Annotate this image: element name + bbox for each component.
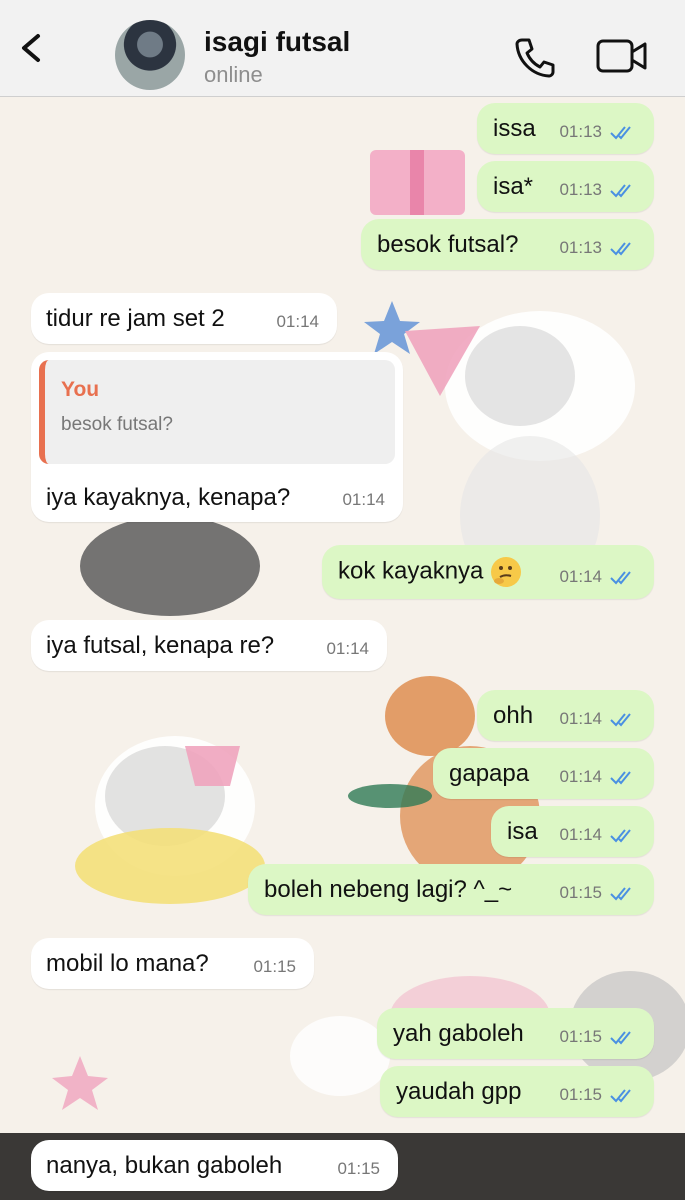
message-text: isa xyxy=(507,818,538,845)
message-time: 01:14 xyxy=(342,490,385,509)
message-text: nanya, bukan gaboleh xyxy=(46,1152,283,1179)
message-time: 01:13 xyxy=(559,238,602,257)
message-time: 01:13 xyxy=(559,180,602,199)
outgoing-message[interactable]: yaudah gpp 01:15 xyxy=(380,1066,654,1117)
incoming-message[interactable]: You besok futsal? iya kayaknya, kenapa? 01:… xyxy=(31,352,403,522)
incoming-message[interactable]: tidur re jam set 2 01:14 xyxy=(31,293,337,344)
message-time: 01:15 xyxy=(559,1027,602,1046)
message-time: 01:14 xyxy=(559,767,602,786)
message-time: 01:14 xyxy=(276,312,319,331)
thinking-face-icon xyxy=(491,557,522,587)
outgoing-message[interactable]: kok kayaknya 01:14 xyxy=(322,545,654,599)
outgoing-message[interactable]: besok futsal? 01:13 xyxy=(361,219,654,270)
read-receipt-icon xyxy=(610,126,631,140)
message-time: 01:14 xyxy=(559,567,602,586)
read-receipt-icon xyxy=(610,887,631,901)
outgoing-message[interactable]: yah gaboleh 01:15 xyxy=(377,1008,654,1059)
incoming-message[interactable]: iya futsal, kenapa re? 01:14 xyxy=(31,620,387,671)
reply-author: You xyxy=(61,378,100,401)
outgoing-message[interactable]: ohh 01:14 xyxy=(477,690,654,741)
outgoing-message[interactable]: boleh nebeng lagi? ^_~ 01:15 xyxy=(248,864,654,915)
reply-text: besok futsal? xyxy=(61,414,173,435)
message-text: yaudah gpp xyxy=(396,1078,522,1105)
incoming-message[interactable]: nanya, bukan gaboleh 01:15 xyxy=(31,1140,398,1191)
message-text: besok futsal? xyxy=(377,231,519,258)
outgoing-message[interactable]: gapapa 01:14 xyxy=(433,748,654,799)
chat-header: isagi futsal online xyxy=(0,0,685,97)
outgoing-message[interactable]: isa* 01:13 xyxy=(477,161,654,212)
video-camera-icon[interactable] xyxy=(596,38,648,74)
message-text: ohh xyxy=(493,702,534,729)
read-receipt-icon xyxy=(610,713,631,727)
read-receipt-icon xyxy=(610,184,631,198)
message-text: boleh nebeng lagi? ^_~ xyxy=(264,876,513,903)
message-time: 01:15 xyxy=(559,1085,602,1104)
message-time: 01:15 xyxy=(559,883,602,902)
message-time: 01:14 xyxy=(559,709,602,728)
read-receipt-icon xyxy=(610,1031,631,1045)
message-time: 01:15 xyxy=(337,1159,380,1178)
message-text: isa* xyxy=(493,173,534,200)
read-receipt-icon xyxy=(610,1089,631,1103)
message-time: 01:14 xyxy=(326,639,369,658)
message-text: yah gaboleh xyxy=(393,1020,524,1047)
incoming-message[interactable]: mobil lo mana? 01:15 xyxy=(31,938,314,989)
message-time: 01:15 xyxy=(253,957,296,976)
back-icon[interactable] xyxy=(14,30,50,66)
contact-avatar[interactable] xyxy=(115,20,185,90)
message-time: 01:14 xyxy=(559,825,602,844)
read-receipt-icon xyxy=(610,771,631,785)
phone-icon[interactable] xyxy=(512,34,558,80)
outgoing-message[interactable]: isa 01:14 xyxy=(491,806,654,857)
read-receipt-icon xyxy=(610,242,631,256)
message-text: iya kayaknya, kenapa? xyxy=(46,484,291,511)
read-receipt-icon xyxy=(610,829,631,843)
reply-quote[interactable]: You besok futsal? xyxy=(39,360,395,464)
contact-status: online xyxy=(204,62,263,87)
message-text: gapapa xyxy=(449,760,530,787)
outgoing-message[interactable]: issa 01:13 xyxy=(477,103,654,154)
message-text: issa xyxy=(493,115,536,142)
message-text: kok kayaknya xyxy=(338,557,522,587)
message-text: mobil lo mana? xyxy=(46,950,209,977)
read-receipt-icon xyxy=(610,571,631,585)
message-time: 01:13 xyxy=(559,122,602,141)
contact-name[interactable]: isagi futsal xyxy=(204,26,350,58)
message-text: iya futsal, kenapa re? xyxy=(46,632,275,659)
message-text: tidur re jam set 2 xyxy=(46,305,225,332)
